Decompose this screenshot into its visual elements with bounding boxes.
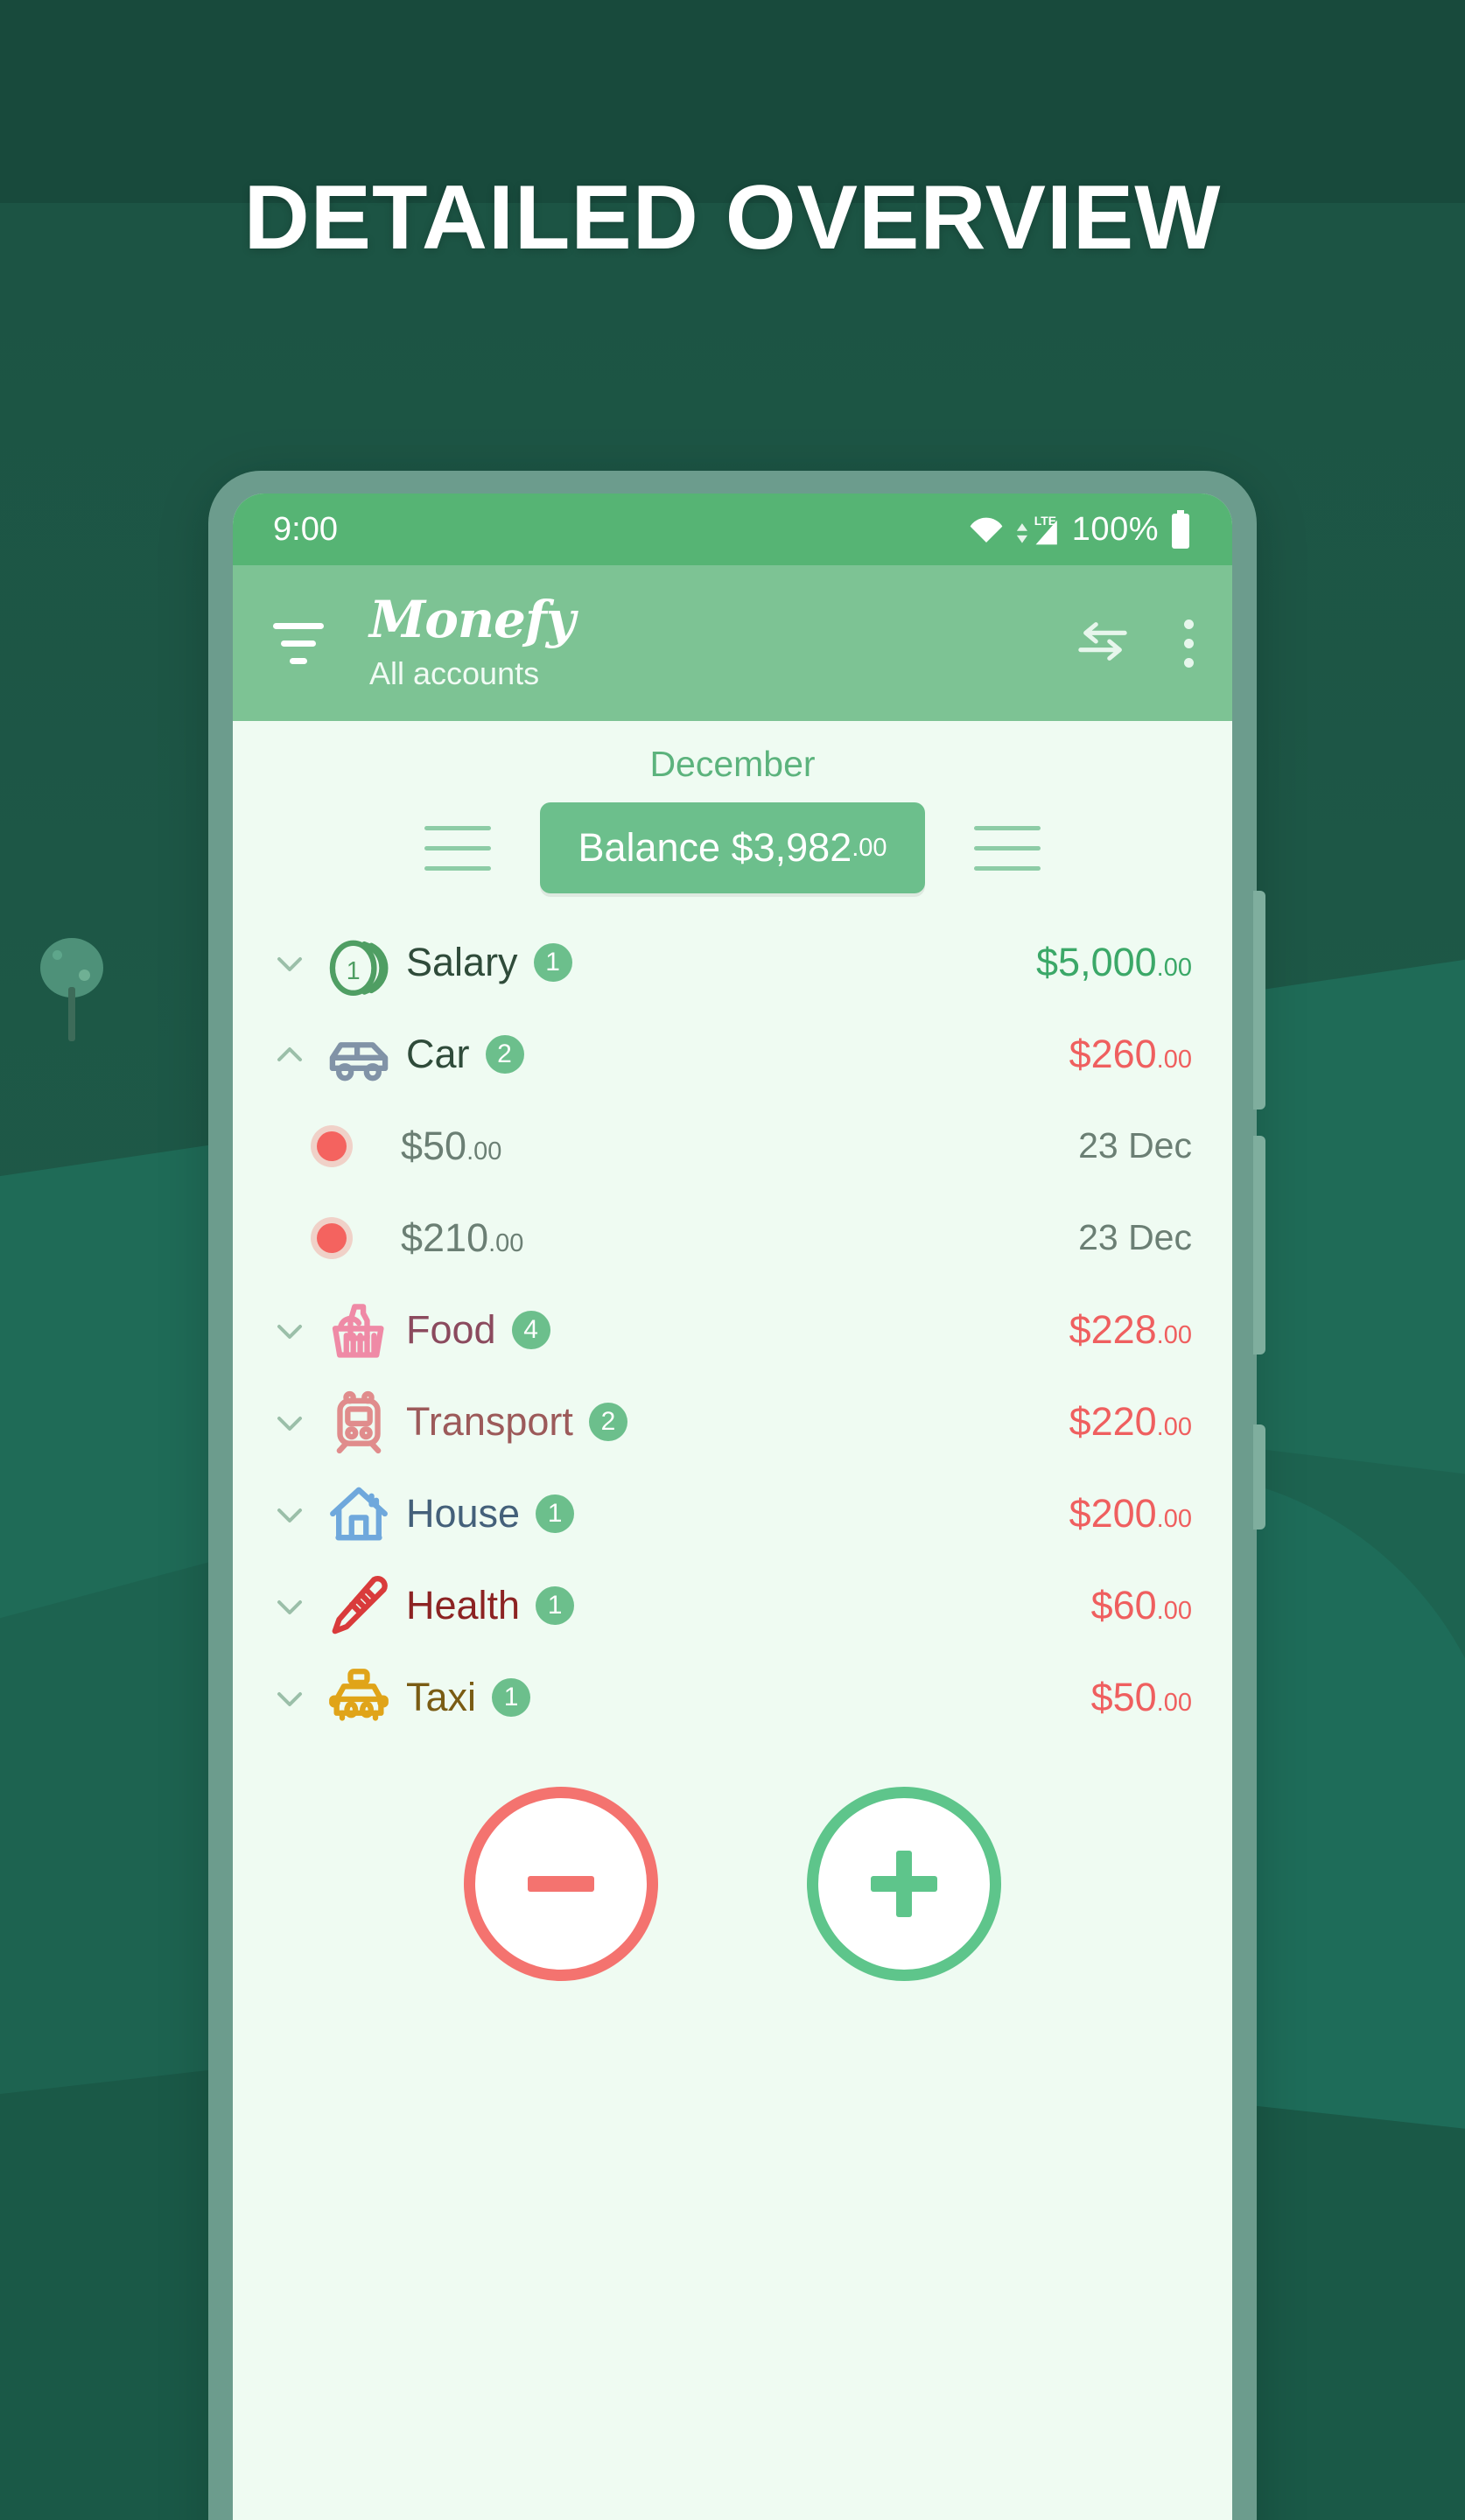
category-name: Taxi [406, 1674, 477, 1719]
category-row-house[interactable]: House 1 $200.00 [233, 1467, 1232, 1559]
list-lines-icon-left[interactable] [424, 825, 491, 871]
transaction-amount: $210.00 [401, 1214, 524, 1260]
car-icon [317, 1021, 401, 1088]
wifi-icon [967, 512, 1006, 547]
category-name: Salary [406, 939, 518, 984]
train-icon [317, 1389, 401, 1455]
category-amount: $220.00 [1069, 1398, 1192, 1444]
category-name: Health [406, 1582, 521, 1628]
status-bar-clock: 9:00 [273, 510, 338, 548]
category-count-badge: 2 [485, 1034, 524, 1074]
category-row-taxi[interactable]: Taxi 1 $50.00 [233, 1651, 1232, 1743]
expense-dot [263, 1222, 401, 1253]
transaction-row[interactable]: $210.00 23 Dec [233, 1192, 1232, 1284]
background-tree-icon [40, 938, 103, 1043]
transaction-amount: $50.00 [401, 1123, 502, 1168]
transfer-arrows-icon[interactable] [1076, 617, 1130, 670]
phone-volume-up-button[interactable] [1253, 891, 1265, 1110]
add-income-button[interactable] [807, 1787, 1001, 1981]
plus-icon-v [896, 1851, 912, 1917]
category-amount: $260.00 [1069, 1031, 1192, 1076]
category-count-badge: 1 [533, 942, 572, 982]
balance-label: Balance [578, 825, 721, 870]
category-row-salary[interactable]: 1 Salary 1 $5,000.00 [233, 916, 1232, 1008]
lte-signal-icon: LTE [1016, 511, 1062, 548]
battery-percent-label: 100% [1071, 510, 1159, 548]
chevron-down-icon[interactable] [263, 1586, 317, 1625]
chevron-down-icon[interactable] [263, 943, 317, 982]
category-row-health[interactable]: Health 1 $60.00 [233, 1559, 1232, 1651]
svg-text:1: 1 [347, 957, 361, 985]
chevron-down-icon[interactable] [263, 1311, 317, 1349]
transaction-row[interactable]: $50.00 23 Dec [233, 1100, 1232, 1192]
grocery-basket-icon [317, 1297, 401, 1363]
category-list: 1 Salary 1 $5,000.00 Car 2 $260.00 $50.00 23 Dec… [233, 916, 1232, 1754]
taxi-icon [317, 1664, 401, 1731]
house-icon [317, 1480, 401, 1547]
thermometer-icon [317, 1572, 401, 1639]
transaction-date: 23 Dec [1078, 1217, 1192, 1257]
add-expense-button[interactable] [464, 1787, 658, 1981]
category-amount: $228.00 [1069, 1306, 1192, 1352]
category-row-transport[interactable]: Transport 2 $220.00 [233, 1376, 1232, 1467]
category-count-badge: 1 [536, 1494, 575, 1533]
balance-amount: $3,982 [731, 825, 852, 870]
category-amount: $60.00 [1090, 1582, 1192, 1628]
month-label[interactable]: December [233, 721, 1232, 792]
account-selector-label[interactable]: All accounts [369, 655, 575, 692]
balance-button[interactable]: Balance $3,982.00 [540, 802, 925, 893]
action-buttons [233, 1787, 1232, 1981]
list-lines-icon-right[interactable] [974, 825, 1041, 871]
category-count-badge: 1 [536, 1586, 575, 1625]
category-amount: $5,000.00 [1036, 939, 1192, 984]
app-title: Monefy [369, 590, 576, 649]
balance-row: Balance $3,982.00 [233, 792, 1232, 916]
brand-block: Monefy All accounts [369, 590, 576, 692]
phone-volume-down-button[interactable] [1253, 1136, 1265, 1354]
phone-screen: 9:00 LTE 100% Monefy All accounts Decemb… [233, 494, 1232, 2520]
balance-cents: .00 [852, 833, 887, 862]
transaction-date: 23 Dec [1078, 1125, 1192, 1166]
status-bar: 9:00 LTE 100% [233, 494, 1232, 565]
coins-icon: 1 [317, 929, 401, 996]
chevron-down-icon[interactable] [263, 1403, 317, 1441]
category-count-badge: 4 [511, 1310, 550, 1349]
tree-trunk [68, 987, 75, 1041]
category-name: House [406, 1490, 521, 1536]
status-bar-indicators: LTE 100% [967, 510, 1192, 549]
app-bar-actions [1076, 617, 1194, 670]
battery-icon [1169, 510, 1192, 549]
chevron-up-icon[interactable] [263, 1035, 317, 1074]
category-amount: $50.00 [1090, 1674, 1192, 1719]
minus-icon [528, 1876, 594, 1892]
category-row-food[interactable]: Food 4 $228.00 [233, 1284, 1232, 1376]
expense-dot [263, 1130, 401, 1161]
category-name: Car [406, 1031, 470, 1076]
category-name: Transport [406, 1398, 573, 1444]
phone-frame: 9:00 LTE 100% Monefy All accounts Decemb… [208, 471, 1265, 2520]
category-row-car[interactable]: Car 2 $260.00 [233, 1008, 1232, 1100]
page-title: DETAILED OVERVIEW [243, 167, 1222, 269]
category-count-badge: 2 [588, 1402, 627, 1441]
app-bar: Monefy All accounts [233, 565, 1232, 721]
chevron-down-icon[interactable] [263, 1678, 317, 1717]
category-count-badge: 1 [492, 1677, 531, 1717]
filter-icon[interactable] [271, 622, 326, 664]
more-vertical-icon[interactable] [1184, 619, 1194, 668]
category-name: Food [406, 1306, 496, 1352]
chevron-down-icon[interactable] [263, 1494, 317, 1533]
phone-power-button[interactable] [1253, 1424, 1265, 1530]
category-amount: $200.00 [1069, 1490, 1192, 1536]
